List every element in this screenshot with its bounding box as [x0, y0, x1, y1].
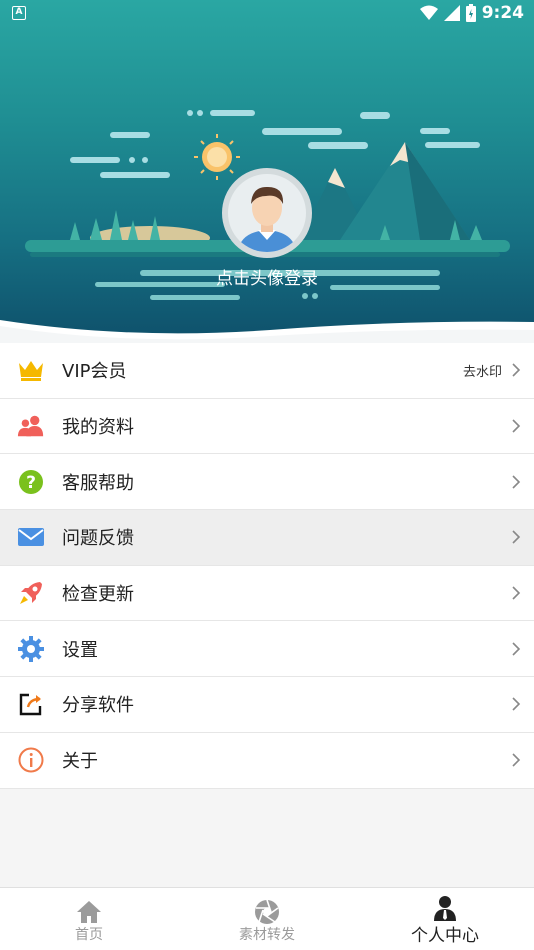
nav-tab-profile[interactable]: 个人中心 — [356, 888, 534, 950]
menu-item-vip[interactable]: VIP会员 去水印 — [0, 343, 534, 399]
chevron-right-icon — [512, 419, 521, 433]
nav-label: 素材转发 — [239, 927, 295, 943]
menu-extra-watermark: 去水印 — [462, 364, 502, 380]
chevron-right-icon — [512, 586, 521, 600]
menu-item-profile[interactable]: 我的资料 — [0, 398, 534, 455]
info-icon — [18, 747, 44, 773]
chevron-right-icon — [512, 530, 521, 544]
wifi-icon — [419, 5, 438, 20]
aperture-icon — [255, 899, 279, 924]
signal-icon — [443, 5, 460, 21]
nav-label: 个人中心 — [411, 926, 479, 946]
gear-icon — [18, 635, 44, 662]
menu-label: 检查更新 — [62, 584, 134, 606]
menu-label: 我的资料 — [62, 417, 134, 439]
menu-item-settings[interactable]: 设置 — [0, 621, 534, 678]
bottom-navigation: 首页 素材转发 个人中心 — [0, 887, 534, 950]
help-icon: ? — [19, 469, 43, 494]
avatar-icon — [238, 186, 296, 252]
profile-header: A 9:24 点击头像登录 — [0, 0, 534, 345]
chevron-right-icon — [512, 642, 521, 656]
nav-tab-home[interactable]: 首页 — [0, 888, 178, 950]
menu-label: 设置 — [62, 639, 98, 661]
header-wave — [0, 320, 534, 345]
rocket-icon — [20, 582, 42, 605]
home-icon — [77, 901, 101, 923]
chevron-right-icon — [512, 697, 521, 712]
menu-label: 关于 — [62, 751, 98, 773]
menu-item-help[interactable]: ? 客服帮助 — [0, 454, 534, 511]
person-icon — [434, 896, 456, 921]
chevron-right-icon — [512, 753, 521, 767]
menu-item-feedback[interactable]: 问题反馈 — [0, 510, 534, 566]
status-bar: A 9:24 — [0, 0, 534, 28]
svg-text:?: ? — [26, 473, 36, 493]
nav-label: 首页 — [75, 927, 103, 943]
menu-label: VIP会员 — [62, 361, 127, 383]
nav-tab-materials[interactable]: 素材转发 — [178, 888, 356, 950]
users-icon — [17, 415, 44, 437]
share-icon — [19, 694, 42, 716]
app-notification-icon: A — [12, 6, 26, 20]
menu-label: 客服帮助 — [62, 472, 134, 494]
menu-item-share[interactable]: 分享软件 — [0, 677, 534, 733]
menu-item-update[interactable]: 检查更新 — [0, 565, 534, 622]
avatar-button[interactable] — [222, 168, 312, 258]
battery-icon — [465, 4, 476, 22]
menu-label: 问题反馈 — [62, 528, 134, 550]
menu-label: 分享软件 — [62, 695, 134, 717]
menu-item-about[interactable]: 关于 — [0, 732, 534, 789]
settings-menu: VIP会员 去水印 我的资料 ? 客服帮助 问题反馈 检查更新 设置 分享软件 … — [0, 343, 534, 789]
chevron-right-icon — [512, 475, 521, 489]
crown-icon — [19, 361, 43, 382]
login-prompt[interactable]: 点击头像登录 — [0, 264, 534, 289]
status-time: 9:24 — [481, 3, 524, 23]
mail-icon — [18, 528, 44, 547]
chevron-right-icon — [512, 363, 521, 377]
